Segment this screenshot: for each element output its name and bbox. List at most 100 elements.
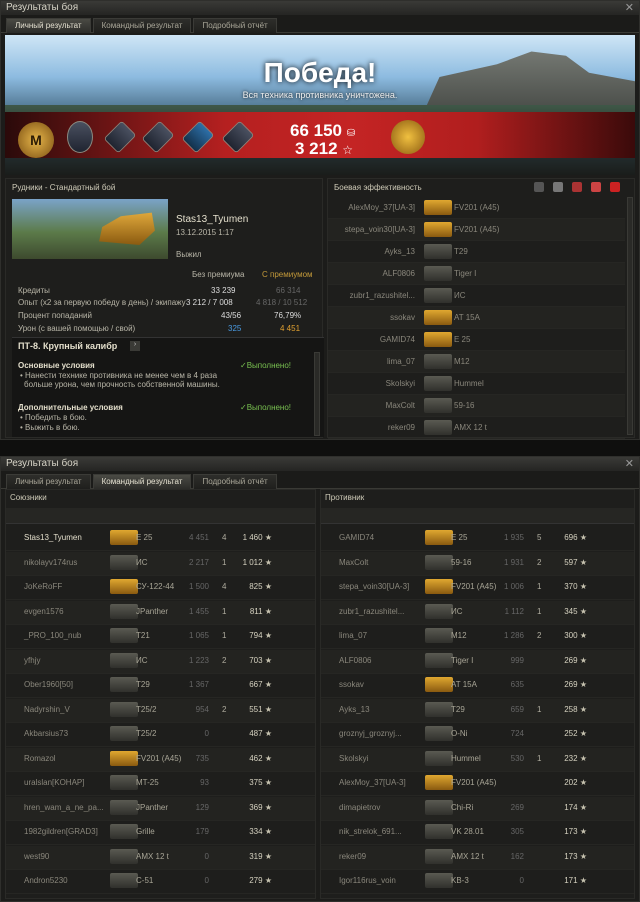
- stat-value: 43/56: [221, 311, 242, 320]
- xp-value: 696 ★: [564, 533, 587, 542]
- efficiency-row[interactable]: ssokav AT 15A: [328, 307, 625, 329]
- top-gun-medal-icon[interactable]: [391, 120, 425, 154]
- player-row[interactable]: evgen1576 JPanther 1 455 1 811 ★: [6, 600, 315, 625]
- player-row[interactable]: MaxColt 59-16 1 931 2 597 ★: [321, 551, 634, 576]
- player-name: GAMID74: [339, 533, 375, 542]
- enemy-tank: ИС: [454, 291, 466, 300]
- xp-value: 825 ★: [249, 582, 272, 591]
- efficiency-row[interactable]: AlexMoy_37[UA-3] FV201 (A45): [328, 197, 625, 219]
- player-name: Skolskyi: [339, 753, 369, 763]
- player-row[interactable]: groznyj_groznyj... O-Ni 724 252 ★: [321, 723, 634, 747]
- player-name: yfhjy: [24, 655, 41, 665]
- player-row[interactable]: AlexMoy_37[UA-3] FV201 (A45) 202 ★: [321, 772, 634, 796]
- player-row[interactable]: lima_07 M12 1 286 2 300 ★: [321, 625, 634, 649]
- tab-detailed[interactable]: Подробный отчёт: [193, 474, 277, 489]
- player-row[interactable]: reker09 AMX 12 t 162 173 ★: [321, 845, 634, 870]
- player-row[interactable]: Ayks_13 T29 659 1 258 ★: [321, 698, 634, 723]
- enemy-tank: FV201 (A45): [454, 203, 500, 212]
- tank-icon: [425, 652, 453, 668]
- player-row[interactable]: Nadyrshin_V T25/2 954 2 551 ★: [6, 698, 315, 723]
- damage-value: 2 217: [188, 557, 209, 567]
- close-icon[interactable]: ✕: [625, 457, 634, 470]
- player-name: reker09: [339, 851, 367, 861]
- efficiency-row[interactable]: Ayks_13 T29: [328, 241, 625, 263]
- main-conditions-label: Основные условия: [18, 361, 95, 370]
- player-row[interactable]: uralslan[KOHAP] MT-25 93 375 ★: [6, 772, 315, 796]
- efficiency-row[interactable]: GAMID74 E 25: [328, 329, 625, 351]
- kills-value: 1: [222, 606, 227, 616]
- player-row[interactable]: nikolayv174rus ИС 2 217 1 1 012 ★: [6, 551, 315, 576]
- stat-assist-damage: 325: [228, 324, 242, 333]
- player-row[interactable]: hren_wam_a_ne_pa... JPanther 129 369 ★: [6, 796, 315, 821]
- player-name: Igor116rus_voin: [339, 876, 396, 885]
- tank-name: ИС: [136, 655, 148, 665]
- tab-detailed[interactable]: Подробный отчёт: [193, 18, 277, 33]
- tab-personal[interactable]: Личный результат: [6, 474, 91, 489]
- tank-icon: [425, 775, 453, 790]
- efficiency-row[interactable]: lima_07 M12: [328, 351, 625, 373]
- xp-value: 202 ★: [564, 778, 587, 787]
- player-row[interactable]: Ober1960[50] T29 1 367 667 ★: [6, 674, 315, 698]
- player-row[interactable]: Igor116rus_voin KB-3 0 171 ★: [321, 870, 634, 894]
- xp-value: 252 ★: [564, 729, 587, 738]
- efficiency-row[interactable]: zubr1_razushitel... ИС: [328, 285, 625, 307]
- enemy-tank-icon: [424, 200, 452, 215]
- efficiency-row[interactable]: MaxColt 59-16: [328, 395, 625, 417]
- player-row[interactable]: Akbarsius73 T25/2 0 487 ★: [6, 723, 315, 747]
- star-icon: ★: [577, 827, 587, 836]
- player-name: evgen1576: [24, 606, 64, 616]
- enemy-tank-icon: [424, 222, 452, 237]
- tank-name: Tiger I: [451, 655, 474, 665]
- tank-icon: [425, 603, 453, 619]
- efficiency-scrollbar[interactable]: [627, 197, 633, 435]
- quest-expand-icon[interactable]: ›: [130, 341, 140, 351]
- window-titlebar: Результаты боя ✕: [1, 457, 639, 471]
- star-icon: ★: [262, 557, 272, 567]
- player-row[interactable]: nik_strelok_691... VK 28.01 305 173 ★: [321, 821, 634, 845]
- xp-earned: 3 212 ☆: [295, 139, 354, 158]
- player-row[interactable]: JoKeRoFF СУ-122-44 1 500 4 825 ★: [6, 576, 315, 600]
- player-row[interactable]: Skolskyi Hummel 530 1 232 ★: [321, 747, 634, 772]
- quest-scrollbar[interactable]: [314, 352, 320, 436]
- extra-condition-text: • Выжить в бою.: [20, 423, 80, 432]
- efficiency-row[interactable]: Skolskyi Hummel: [328, 373, 625, 395]
- player-row[interactable]: ALF0806 Tiger I 999 269 ★: [321, 649, 634, 674]
- player-row[interactable]: ssokav AT 15A 635 269 ★: [321, 674, 634, 698]
- col-no-premium: Без премиума: [192, 270, 245, 279]
- kills-value: 2: [222, 704, 227, 714]
- damage-value: 724: [510, 729, 524, 738]
- tab-team[interactable]: Командный результат: [92, 18, 192, 33]
- mastery-badge-icon[interactable]: М: [18, 122, 54, 158]
- player-row[interactable]: Andron5230 С-51 0 279 ★: [6, 870, 315, 894]
- battle-info-panel: Рудники - Стандартный бой Stas13_Tyumen …: [5, 178, 324, 438]
- damage-value: 1 006: [503, 582, 524, 591]
- player-row[interactable]: dimapietrov Chi-Ri 269 174 ★: [321, 796, 634, 821]
- achievement-icon[interactable]: [67, 121, 93, 153]
- player-row[interactable]: yfhjy ИС 1 223 2 703 ★: [6, 649, 315, 674]
- efficiency-row[interactable]: stepa_voin30[UA-3] FV201 (A45): [328, 219, 625, 241]
- tank-name: VK 28.01: [451, 827, 484, 836]
- victory-subtitle: Вся техника противника уничтожена.: [242, 90, 398, 100]
- player-row[interactable]: stepa_voin30[UA-3] FV201 (A45) 1 006 1 370 ★: [321, 576, 634, 600]
- efficiency-row[interactable]: ALF0806 Tiger I: [328, 263, 625, 285]
- efficiency-row[interactable]: reker09 AMX 12 t: [328, 417, 625, 439]
- player-row[interactable]: west90 AMX 12 t 0 319 ★: [6, 845, 315, 870]
- tab-team[interactable]: Командный результат: [92, 474, 192, 489]
- player-row[interactable]: zubr1_razushitel... ИС 1 112 1 345 ★: [321, 600, 634, 625]
- player-row[interactable]: Romazol FV201 (A45) 735 462 ★: [6, 747, 315, 772]
- player-name: Romazol: [24, 753, 56, 763]
- victory-banner: Победа! Вся техника противника уничтожен…: [5, 35, 635, 175]
- player-row[interactable]: Stas13_Tyumen E 25 4 451 4 1 460 ★: [6, 527, 315, 551]
- tank-name: AT 15A: [451, 680, 477, 689]
- enemy-name: Ayks_13: [384, 247, 415, 256]
- tank-icon: [110, 554, 138, 570]
- star-icon: ★: [262, 631, 272, 640]
- player-row[interactable]: 1982gildren[GRAD3] Grille 179 334 ★: [6, 821, 315, 845]
- player-row[interactable]: _PRO_100_nub T21 1 065 1 794 ★: [6, 625, 315, 649]
- player-row[interactable]: GAMID74 E 25 1 935 5 696 ★: [321, 527, 634, 551]
- stat-label: Урон (с вашей помощью / свой): [18, 324, 136, 333]
- tab-personal[interactable]: Личный результат: [6, 18, 91, 33]
- star-icon: ★: [262, 729, 272, 738]
- close-icon[interactable]: ✕: [625, 1, 634, 14]
- star-icon: ★: [262, 802, 272, 812]
